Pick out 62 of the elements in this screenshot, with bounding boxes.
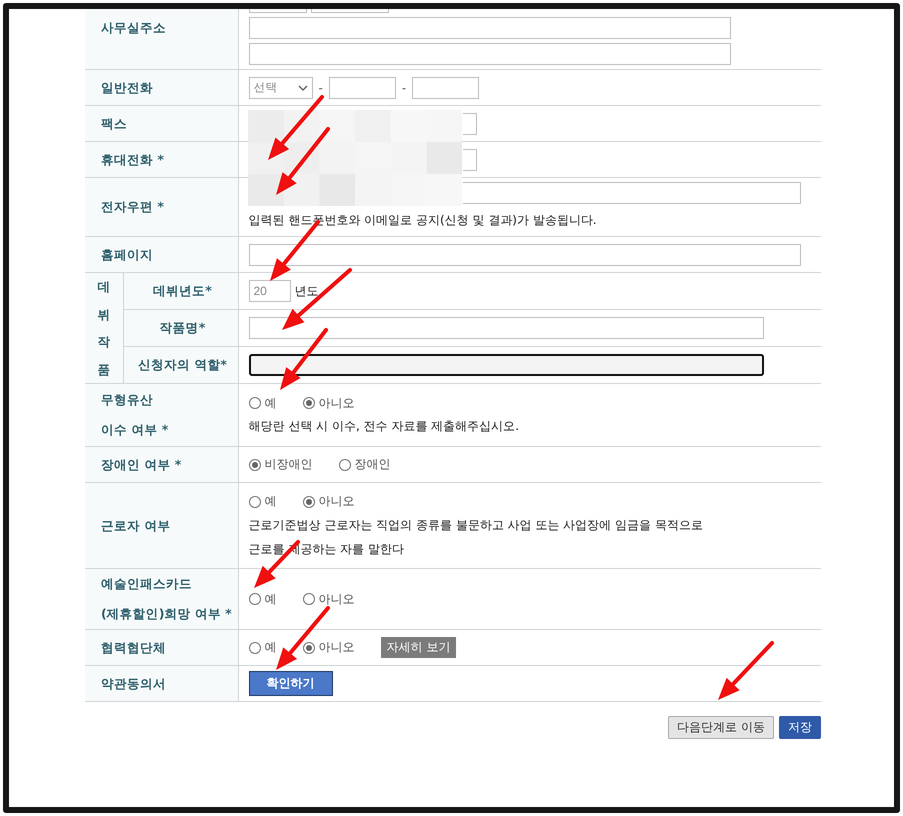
- text-field[interactable]: [248, 354, 764, 376]
- phone-field[interactable]: [462, 148, 476, 170]
- field-label: 사무실주소: [85, 9, 238, 70]
- field-label: 팩스: [85, 106, 238, 142]
- field-label: 홈페이지: [85, 236, 238, 272]
- area-code-select[interactable]: 선택: [248, 76, 312, 98]
- field-label: 무형유산 이수 여부 *: [85, 384, 238, 446]
- radio-icon[interactable]: [338, 458, 350, 470]
- radio-option[interactable]: 장애인: [338, 456, 390, 473]
- separator: -: [318, 80, 324, 94]
- field-label: 예술인패스카드 (제휴할인)희망 여부 *: [85, 568, 238, 630]
- field-label: 협력협단체: [85, 630, 238, 666]
- separator: -: [400, 80, 408, 94]
- next-step-button[interactable]: 다음단계로 이동: [668, 716, 774, 739]
- phone-field[interactable]: [328, 76, 396, 98]
- chevron-down-icon: [298, 84, 308, 90]
- field-label: 작품명*: [123, 310, 238, 346]
- field-label: 근로자 여부: [85, 482, 238, 568]
- annotation-arrow: [718, 641, 774, 700]
- address-field[interactable]: [248, 17, 730, 39]
- radio-icon[interactable]: [302, 397, 314, 409]
- radio-option[interactable]: 예: [248, 590, 276, 608]
- annotation-arrow: [268, 95, 324, 160]
- help-text: 해당란 선택 시 이수, 전수 자료를 제출해주십시오.: [248, 418, 520, 435]
- help-text: 근로기준법상 근로자는 직업의 종류를 불문하고 사업 또는 사업장에 임금을 목적으로: [248, 516, 704, 534]
- annotation-arrow: [276, 127, 330, 195]
- unit-text: 년도: [294, 282, 318, 300]
- field-label: 휴대전화 *: [85, 142, 238, 178]
- phone-field[interactable]: [412, 76, 480, 98]
- group-label: 데뷔작품: [85, 272, 123, 384]
- field-label: 신청자의 역할*: [123, 346, 238, 384]
- radio-icon[interactable]: [248, 458, 260, 470]
- radio-option[interactable]: 아니오: [302, 394, 354, 412]
- radio-icon[interactable]: [248, 642, 260, 654]
- text-field[interactable]: [248, 317, 764, 339]
- address-field[interactable]: [248, 43, 730, 65]
- email-field[interactable]: [462, 182, 800, 204]
- radio-icon[interactable]: [248, 593, 260, 605]
- save-button[interactable]: 저장: [779, 716, 821, 739]
- radio-option[interactable]: 예: [248, 639, 276, 656]
- radio-option[interactable]: 아니오: [302, 590, 354, 608]
- year-field[interactable]: 20: [248, 280, 290, 302]
- help-text: 입력된 핸드폰번호와 이메일로 공지(신청 및 결과)가 발송됩니다.: [248, 212, 598, 229]
- radio-option[interactable]: 예: [248, 493, 276, 510]
- field-label: 데뷔년도*: [123, 272, 238, 310]
- text-field[interactable]: [248, 244, 800, 266]
- field-label: 약관동의서: [85, 666, 238, 702]
- radio-option[interactable]: 비장애인: [248, 456, 312, 473]
- field-label: 장애인 여부 *: [85, 446, 238, 482]
- radio-icon[interactable]: [302, 593, 314, 605]
- radio-option[interactable]: 아니오: [302, 493, 354, 510]
- detail-button[interactable]: 자세히 보기: [380, 637, 456, 658]
- confirm-button[interactable]: 확인하기: [248, 671, 332, 696]
- radio-icon[interactable]: [302, 496, 314, 508]
- radio-icon[interactable]: [302, 642, 314, 654]
- radio-option[interactable]: 아니오: [302, 639, 354, 656]
- radio-icon[interactable]: [248, 496, 260, 508]
- radio-icon[interactable]: [248, 397, 260, 409]
- phone-field[interactable]: [462, 112, 476, 134]
- field-label: 전자우편 *: [85, 178, 238, 236]
- field-label: 일반전화: [85, 70, 238, 106]
- radio-option[interactable]: 예: [248, 394, 276, 412]
